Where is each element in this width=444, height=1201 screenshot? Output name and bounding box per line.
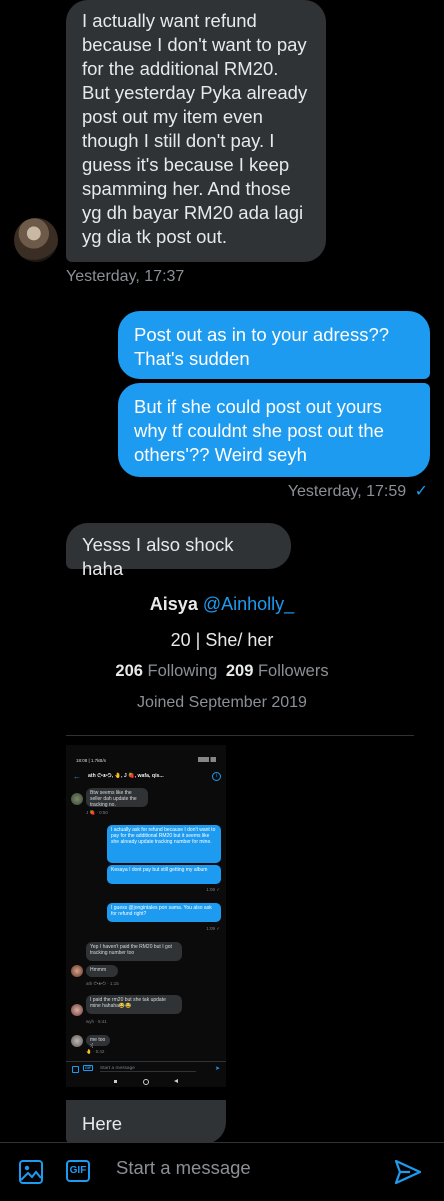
status-bar: 18:08 | 1.7kB/s: [76, 758, 106, 763]
profile-handle[interactable]: @Ainholly_: [203, 594, 294, 614]
following-count: 206: [115, 662, 143, 680]
gif-button[interactable]: GIF: [83, 1065, 94, 1071]
image-icon[interactable]: [72, 1066, 79, 1073]
timestamp: Yesterday, 17:37: [66, 268, 185, 285]
message-bubble-incoming: I paid the rm20 but she tak update mine …: [86, 995, 182, 1014]
timestamp: wyh · 5:41: [86, 1019, 107, 1024]
attached-image[interactable]: 18:08 | 1.7kB/s ← ath ᕦ•ᴥ•ᕤ, 🤚, J 🍓, waf…: [66, 745, 226, 1087]
message-input[interactable]: Start a message: [116, 1157, 356, 1179]
avatar: [71, 965, 83, 977]
message-bubble-outgoing: But if she could post out yours why tf c…: [118, 383, 430, 477]
avatar: [71, 1035, 83, 1047]
message-bubble-incoming: Yesss I also shock haha: [66, 523, 291, 579]
message-bubble-incoming: Yep I haven't paid the RM20 but I got tr…: [86, 942, 182, 961]
gif-button[interactable]: GIF: [66, 1160, 90, 1182]
timestamp: J 🍓 · 0:50: [86, 810, 108, 815]
message-text: Here: [82, 1113, 123, 1134]
message-bubble-outgoing: Kesaya I dont pay but still getting my a…: [107, 865, 221, 884]
status-icons: [198, 757, 216, 762]
message-bubble-incoming: me too :(: [86, 1035, 110, 1049]
chat-title: ath ᕦ•ᴥ•ᕤ, 🤚, J 🍓, wafa, qis...: [88, 773, 164, 779]
nav-home-icon: [143, 1079, 149, 1085]
avatar: [71, 793, 83, 805]
message-bubble-outgoing: I actually ask for refund because I don'…: [107, 825, 221, 863]
following-label: Following: [147, 662, 218, 680]
message-bubble-outgoing: I guess @jongintales pon sama. You also …: [107, 903, 221, 922]
joined-date: Joined September 2019: [137, 694, 307, 711]
image-icon[interactable]: [18, 1159, 44, 1185]
nav-recent-icon: [114, 1080, 117, 1083]
profile-bio: 20 | She/ her: [170, 630, 274, 650]
message-text: Yesss I also shock haha: [82, 534, 234, 579]
followers-count: 209: [225, 662, 254, 680]
followers-label: Followers: [257, 662, 329, 680]
divider: [66, 735, 414, 736]
timestamp: Yesterday, 17:59 ✓: [287, 483, 428, 500]
message-bubble-incoming: Btw seems like the seller dah update the…: [86, 788, 148, 808]
message-text: But if she could post out yours why tf c…: [134, 396, 384, 465]
info-icon[interactable]: i: [212, 772, 221, 781]
message-bubble-incoming: Here: [66, 1100, 226, 1144]
composer-bar: GIF Start a message: [0, 1142, 444, 1201]
message-bubble-incoming: I actually want refund because I don't w…: [66, 0, 326, 262]
sent-check-icon: ✓: [414, 483, 428, 500]
message-text: I actually want refund because I don't w…: [82, 10, 308, 247]
message-text: Post out as in to your adress?? That's s…: [134, 324, 390, 369]
timestamp: 1:08 ✓: [206, 887, 220, 892]
avatar[interactable]: [14, 218, 58, 262]
send-icon[interactable]: [394, 1159, 422, 1185]
message-bubble-outgoing: Post out as in to your adress?? That's s…: [118, 311, 430, 379]
message-bubble-incoming: Hmmm: [86, 965, 118, 977]
timestamp: ath ᕦ•ᴥ•ᕤ · 1:15: [86, 981, 119, 986]
profile-stats: 206 Following 209 Followers: [0, 662, 444, 681]
android-nav-bar: [66, 1079, 226, 1087]
timestamp: 🤚 · 5:42: [86, 1049, 105, 1054]
avatar: [71, 1004, 83, 1016]
back-arrow-icon[interactable]: ←: [73, 772, 81, 781]
compose-bar: GIF Start a message ➤: [66, 1061, 226, 1076]
compose-input[interactable]: Start a message: [100, 1066, 196, 1072]
nav-back-icon: [174, 1079, 178, 1083]
timestamp: 1:09 ✓: [206, 926, 220, 931]
profile-card[interactable]: Aisya @Ainholly_ 20 | She/ her 206 Follo…: [0, 590, 444, 732]
profile-name: Aisya @Ainholly_: [149, 594, 295, 614]
send-icon[interactable]: ➤: [215, 1065, 220, 1072]
